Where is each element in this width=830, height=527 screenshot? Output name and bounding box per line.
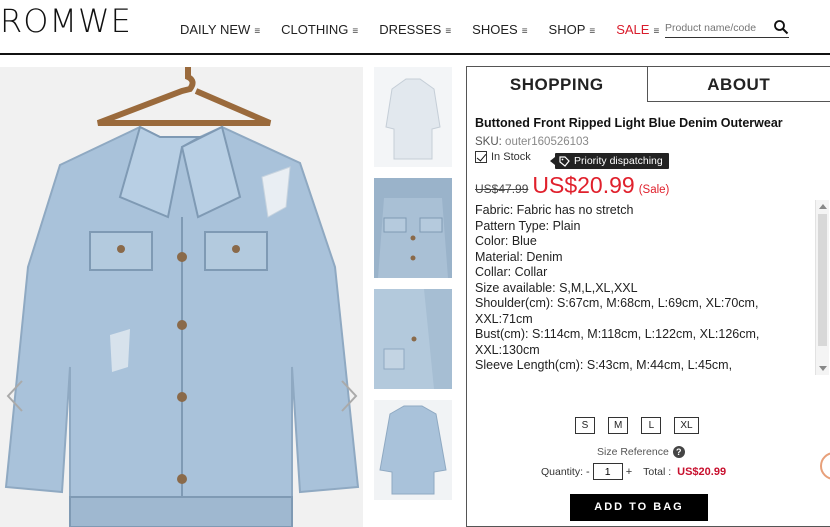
size-option-s[interactable]: S [575,417,595,434]
priority-dispatch-badge: Priority dispatching [550,153,669,169]
description-scrollbar[interactable] [815,200,829,375]
size-option-l[interactable]: L [641,417,662,434]
desc-line: Bust(cm): S:114cm, M:118cm, L:122cm, XL:… [475,327,760,357]
stock-status: In Stock [475,151,531,163]
product-description: Fabric: Fabric has no stretch Pattern Ty… [475,203,815,373]
quantity-increment-button[interactable]: + [626,466,632,478]
menu-icon: ≡ [653,26,660,37]
nav-daily-new[interactable]: DAILY NEW ≡ [180,22,260,37]
site-header: ROMWE DAILY NEW ≡ CLOTHING ≡ DRESSES ≡ SHOE… [0,0,830,55]
menu-icon: ≡ [352,26,359,37]
desc-line: Fabric: Fabric has no stretch [475,203,634,217]
nav-label: DAILY NEW [180,22,251,37]
nav-label: CLOTHING [281,22,349,37]
quantity-label: Quantity: [541,465,584,478]
nav-dresses[interactable]: DRESSES ≡ [379,22,451,37]
nav-label: DRESSES [379,22,442,37]
nav-shop[interactable]: SHOP ≡ [549,22,596,37]
sku-label: SKU: [475,136,502,148]
size-options: S M L XL [575,417,712,434]
info-tabs: SHOPPING ABOUT [467,67,830,102]
dispatch-label: Priority dispatching [574,155,663,167]
prev-image-arrow[interactable] [0,373,30,419]
desc-line: Shoulder(cm): S:67cm, M:68cm, L:69cm, XL… [475,296,759,326]
help-icon[interactable]: ? [672,446,685,458]
nav-clothing[interactable]: CLOTHING ≡ [281,22,358,37]
menu-icon: ≡ [445,26,452,37]
denim-jacket-image [0,67,363,527]
size-reference-label: Size Reference [597,446,669,458]
nav-label: SHOP [548,22,586,37]
thumbnail-4[interactable] [374,400,452,500]
quantity-input[interactable] [592,463,623,480]
search-box [665,18,789,38]
scroll-down-arrow-icon[interactable] [819,366,827,371]
next-image-arrow[interactable] [334,373,363,419]
sale-price: US$20.99 [532,172,635,198]
add-to-bag-button[interactable]: ADD TO BAG [570,494,708,521]
desc-line: Collar: Collar [475,265,548,279]
size-option-xl[interactable]: XL [674,417,699,434]
thumbnail-list [374,67,452,511]
nav-label: SHOES [472,22,518,37]
desc-line: Material: Denim [475,249,563,264]
desc-line: Size available: S,M,L,XL,XXL [475,280,638,295]
scroll-up-arrow-icon[interactable] [819,204,827,209]
size-reference[interactable]: Size Reference ? [597,446,685,458]
sku-value: outer160526103 [505,136,589,148]
thumbnail-1[interactable] [374,67,452,167]
tab-shopping[interactable]: SHOPPING [467,67,648,102]
nav-label: SALE [616,22,650,37]
quantity-decrement-button[interactable]: - [586,466,590,478]
tag-icon [559,155,570,167]
desc-line: Pattern Type: Plain [475,218,581,233]
main-product-image[interactable] [0,67,363,527]
total-label: Total : [643,465,672,478]
original-price: US$47.99 [475,182,529,196]
scroll-thumb[interactable] [818,214,827,346]
product-title: Buttoned Front Ripped Light Blue Denim O… [475,116,783,130]
menu-icon: ≡ [254,26,261,37]
quantity-row: Quantity: - + Total : US$20.99 [541,463,726,480]
site-logo[interactable]: ROMWE [0,2,132,40]
menu-icon: ≡ [521,26,528,37]
total-value: US$20.99 [677,465,727,478]
desc-line: Color: Blue [475,234,537,248]
menu-icon: ≡ [589,26,596,37]
stock-label: In Stock [491,151,531,163]
thumbnail-2[interactable] [374,178,452,278]
size-option-m[interactable]: M [608,417,629,434]
product-sku: SKU: outer160526103 [475,136,589,148]
search-input[interactable] [665,19,773,34]
main-nav: DAILY NEW ≡ CLOTHING ≡ DRESSES ≡ SHOES ≡ SHO… [180,22,680,37]
thumbnail-3[interactable] [374,289,452,389]
nav-shoes[interactable]: SHOES ≡ [472,22,527,37]
price-row: US$47.99 US$20.99 (Sale) [475,172,669,199]
search-icon[interactable] [773,19,789,35]
desc-line: Sleeve Length(cm): S:43cm, M:44cm, L:45c… [475,358,733,372]
product-info-panel: SHOPPING ABOUT Buttoned Front Ripped Lig… [466,66,830,527]
checkmark-icon [475,151,487,163]
nav-sale[interactable]: SALE ≡ [616,22,659,37]
sale-tag: (Sale) [638,184,670,196]
tab-about[interactable]: ABOUT [647,67,830,102]
